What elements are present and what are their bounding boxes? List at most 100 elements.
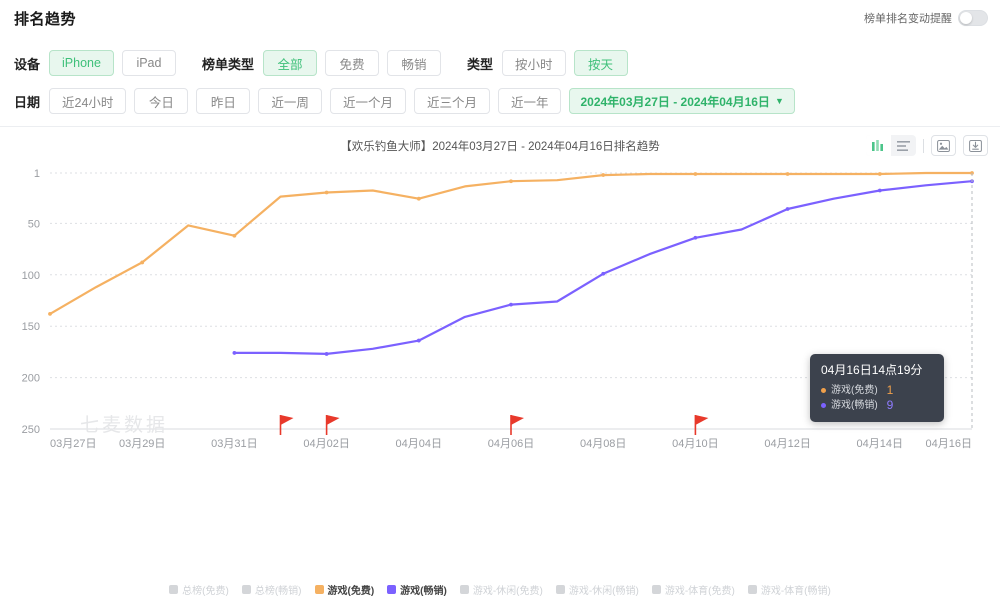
- chart-title: 【欢乐钓鱼大师】2024年03月27日 - 2024年04月16日排名趋势: [340, 141, 660, 153]
- legend-item[interactable]: 游戏(免费): [314, 582, 375, 597]
- series-line: [48, 171, 974, 315]
- tooltip-row: 游戏(免费) 1: [821, 383, 933, 398]
- list-type-filter-label: 榜单类型: [201, 56, 254, 72]
- list-view-icon[interactable]: [891, 135, 916, 156]
- event-flag-marker[interactable]: [325, 415, 340, 435]
- device-filter-label: 设备: [14, 56, 41, 72]
- view-mode-segmented: [866, 135, 916, 156]
- toggle-switch[interactable]: [958, 10, 988, 26]
- x-axis-tick-label: 04月02日: [303, 438, 349, 450]
- date-preset-year[interactable]: 近一年: [497, 88, 562, 114]
- tooltip-series-name: 游戏(畅销): [831, 400, 878, 411]
- chart-card: 【欢乐钓鱼大师】2024年03月27日 - 2024年04月16日排名趋势 1 …: [0, 126, 1000, 597]
- legend-item[interactable]: 总榜(免费): [169, 582, 229, 597]
- list-type-option-free[interactable]: 免费: [324, 50, 379, 76]
- data-point: [416, 196, 421, 201]
- legend-item[interactable]: 游戏-体育(畅销): [747, 582, 831, 597]
- device-option-iphone[interactable]: iPhone: [49, 50, 114, 76]
- toggle-knob: [960, 12, 972, 24]
- data-point: [140, 260, 145, 265]
- y-axis-tick-label: 50: [28, 218, 40, 230]
- event-flag-marker[interactable]: [694, 415, 709, 435]
- granularity-option-hourly[interactable]: 按小时: [501, 50, 566, 76]
- date-range-picker[interactable]: 2024年03月27日 - 2024年04月16日 ▼: [569, 88, 795, 114]
- list-type-option-all[interactable]: 全部: [262, 50, 317, 76]
- ranking-trend-page: 排名趋势 榜单排名变动提醒 设备 iPhone iPad 榜单类型 全部 免费 …: [0, 0, 1000, 597]
- download-icon[interactable]: [963, 135, 988, 156]
- tooltip-title: 04月16日14点19分: [821, 363, 923, 377]
- chart-legend: 总榜(免费) 总榜(畅销) 游戏(免费) 游戏(畅销) 游戏-休闲(免费) 游戏-休闲(畅…: [0, 582, 1000, 597]
- legend-swatch: [555, 585, 565, 594]
- filter-row-primary: 设备 iPhone iPad 榜单类型 全部 免费 畅销 类型 按小时 按天: [14, 50, 636, 76]
- bar-chart-icon[interactable]: [866, 135, 891, 156]
- legend-label: 游戏-休闲(畅销): [568, 586, 639, 597]
- device-option-ipad[interactable]: iPad: [121, 50, 176, 76]
- x-axis-tick-label: 04月10日: [672, 438, 718, 450]
- data-point: [324, 352, 329, 356]
- data-point: [877, 172, 882, 176]
- date-preset-month[interactable]: 近一个月: [329, 88, 406, 114]
- x-axis-tick-label: 04月04日: [396, 438, 442, 450]
- list-type-filter-group: 全部 免费 畅销: [262, 50, 449, 76]
- legend-swatch: [747, 585, 757, 594]
- data-point: [232, 233, 237, 238]
- tooltip-row: 游戏(畅销) 9: [821, 398, 933, 413]
- date-range-value: 2024年03月27日 - 2024年04月16日: [580, 94, 770, 109]
- date-preset-yesterday[interactable]: 昨日: [196, 88, 251, 114]
- date-preset-today[interactable]: 今日: [134, 88, 189, 114]
- rank-change-alert-toggle[interactable]: 榜单排名变动提醒: [864, 10, 988, 26]
- granularity-filter-label: 类型: [466, 56, 493, 72]
- legend-item[interactable]: 游戏-休闲(畅销): [555, 582, 639, 597]
- data-point: [785, 172, 790, 176]
- legend-item[interactable]: 游戏(畅销): [387, 582, 447, 597]
- data-point: [601, 173, 606, 177]
- data-point: [48, 311, 52, 316]
- legend-item[interactable]: 游戏-休闲(免费): [459, 582, 543, 597]
- x-axis-tick-label: 03月29日: [119, 438, 165, 450]
- toolbar-divider: [923, 138, 924, 153]
- tooltip-series-value: 1: [886, 383, 894, 397]
- series-color-dot: [821, 388, 826, 393]
- legend-swatch: [241, 585, 251, 594]
- date-preset-group: 近24小时 今日 昨日 近一周 近一个月 近三个月 近一年: [49, 88, 569, 114]
- legend-swatch: [651, 585, 661, 594]
- legend-label: 总榜(免费): [182, 586, 229, 597]
- event-flag-marker[interactable]: [279, 415, 294, 435]
- legend-swatch: [314, 585, 324, 594]
- data-point: [324, 190, 329, 195]
- filter-row-date: 日期 近24小时 今日 昨日 近一周 近一个月 近三个月 近一年 2024年03…: [14, 88, 803, 114]
- data-point: [877, 188, 882, 193]
- data-point: [785, 207, 790, 211]
- x-axis-tick-label: 04月06日: [488, 438, 534, 450]
- granularity-option-daily[interactable]: 按天: [573, 50, 628, 76]
- chart-toolbar: [866, 135, 988, 156]
- legend-swatch: [387, 585, 397, 594]
- chart-tooltip: 04月16日14点19分 游戏(免费) 1 游戏(畅销) 9: [810, 354, 944, 422]
- x-axis-tick-label: 04月16日: [926, 438, 972, 450]
- x-axis-tick-label: 04月08日: [580, 438, 626, 450]
- granularity-filter-group: 按小时 按天: [501, 50, 636, 76]
- data-point: [416, 338, 421, 343]
- event-flag-marker[interactable]: [510, 415, 524, 435]
- legend-item[interactable]: 总榜(畅销): [241, 582, 302, 597]
- tooltip-series-value: 9: [886, 398, 894, 412]
- tooltip-series-name: 游戏(免费): [831, 385, 878, 396]
- list-type-option-grossing[interactable]: 畅销: [386, 50, 441, 76]
- date-preset-24h[interactable]: 近24小时: [49, 88, 127, 114]
- series-line: [233, 180, 974, 355]
- series-color-dot: [821, 403, 826, 408]
- data-point: [509, 302, 513, 307]
- legend-item[interactable]: 游戏-体育(免费): [651, 582, 735, 597]
- date-preset-3months[interactable]: 近三个月: [413, 88, 490, 114]
- x-axis-tick-label: 03月31日: [211, 438, 257, 450]
- page-title: 排名趋势: [14, 11, 77, 28]
- x-axis-tick-label: 03月27日: [50, 438, 96, 450]
- legend-label: 游戏-休闲(免费): [472, 586, 543, 597]
- device-filter-group: iPhone iPad: [49, 50, 184, 76]
- legend-swatch: [459, 585, 469, 594]
- legend-swatch: [169, 585, 179, 594]
- legend-label: 游戏(免费): [327, 586, 375, 597]
- date-preset-week[interactable]: 近一周: [258, 88, 322, 114]
- y-axis-tick-label: 250: [22, 424, 40, 436]
- image-export-icon[interactable]: [931, 135, 956, 156]
